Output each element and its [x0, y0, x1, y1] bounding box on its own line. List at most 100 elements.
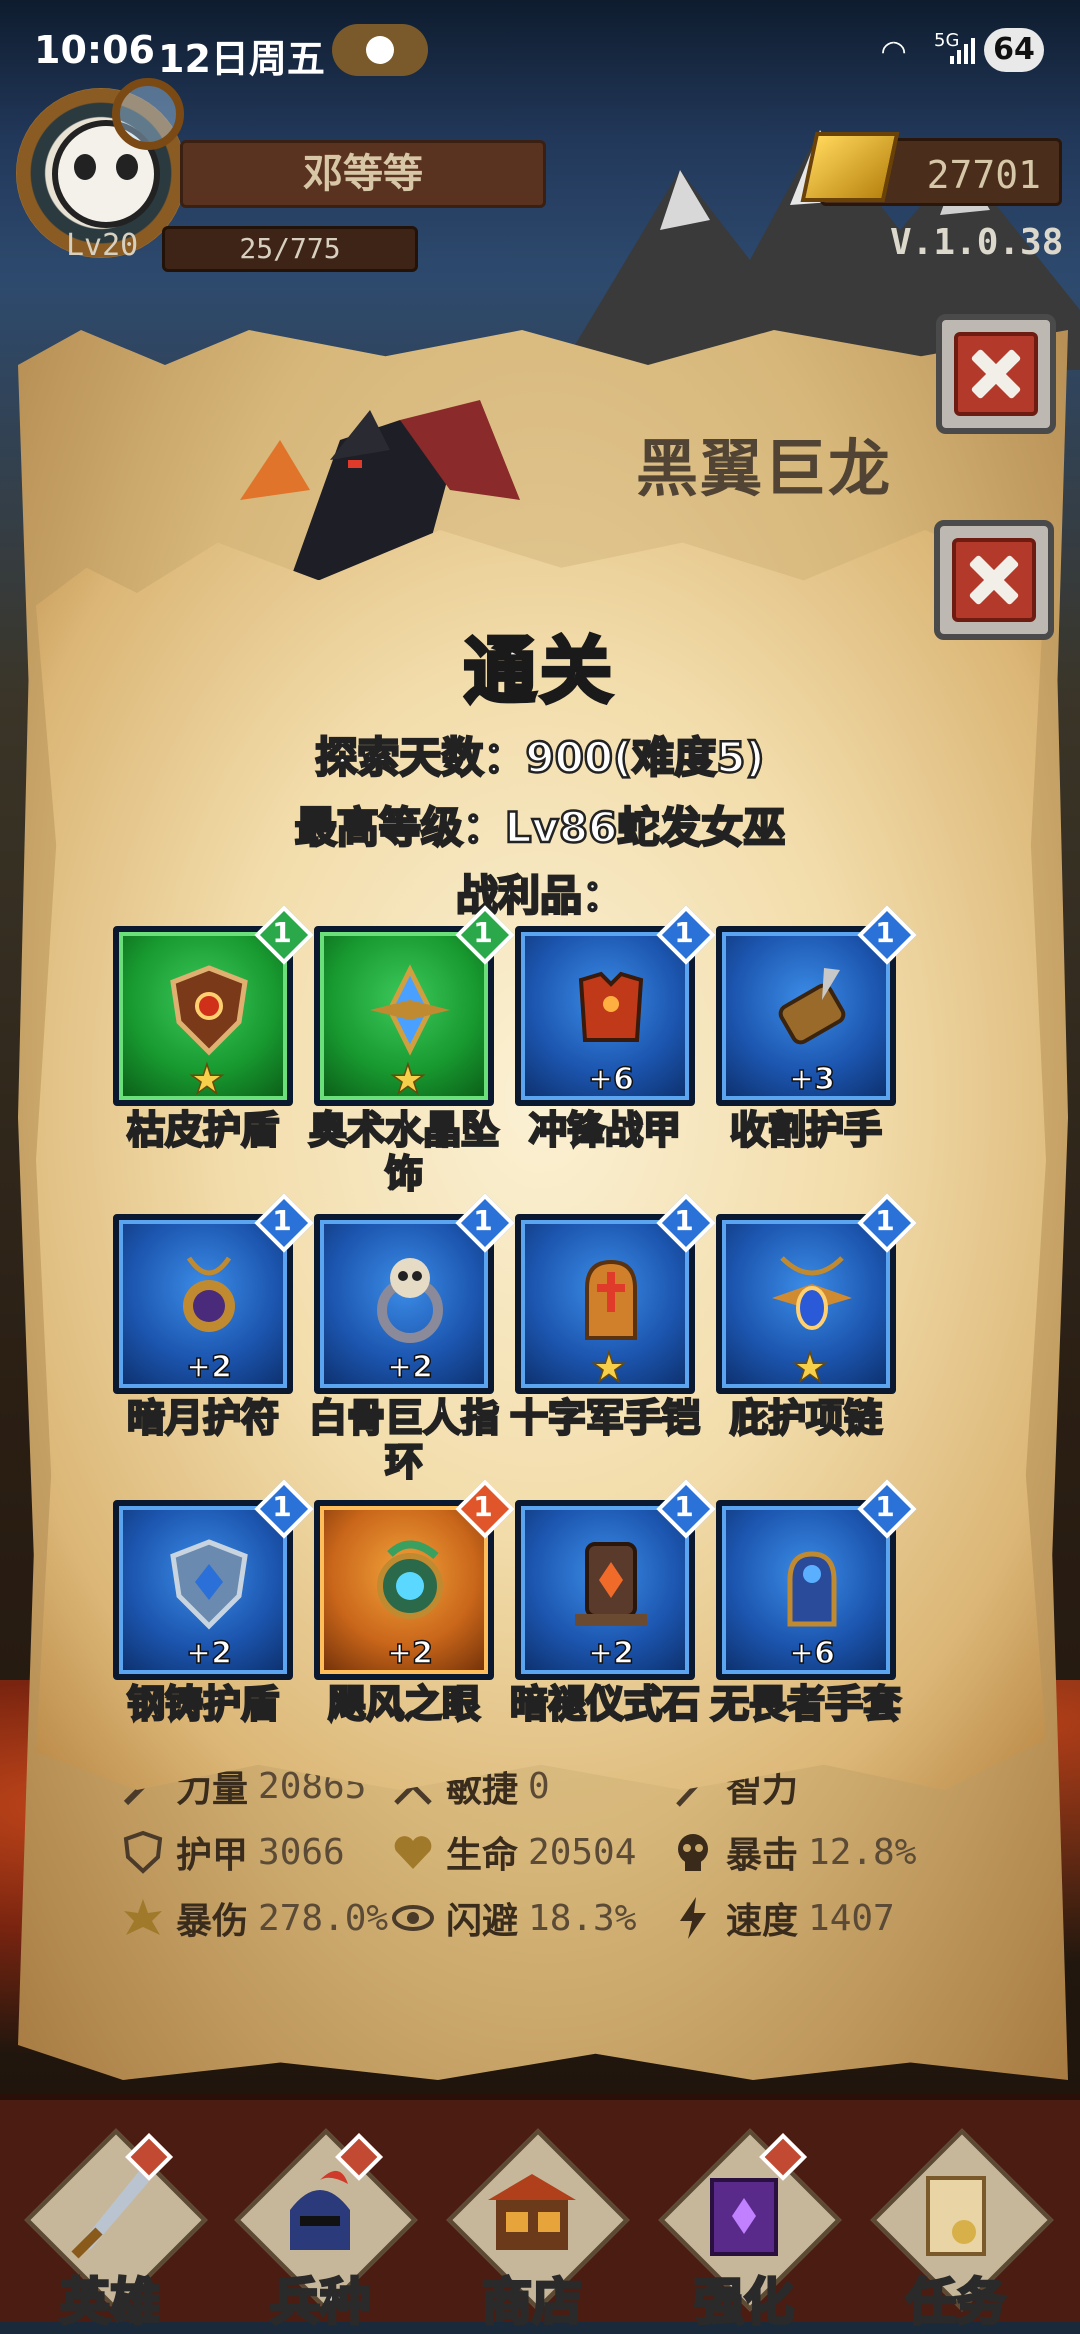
item-count: 1 — [875, 1204, 895, 1237]
item-name: 庇护项链 — [729, 1395, 884, 1442]
loot-item[interactable]: ★ 1 庇护项链 — [716, 1193, 917, 1444]
loot-item[interactable]: +2 1 白骨巨人指环 — [308, 1193, 515, 1485]
star-icon: ★ — [590, 1345, 627, 1391]
enhance-level: +3 — [788, 1061, 836, 1098]
item-tile: +2 — [515, 1500, 695, 1680]
enhance-level: +2 — [386, 1349, 434, 1386]
gold-bar-icon — [800, 132, 900, 202]
close-icon — [954, 332, 1038, 416]
enhance-level: +2 — [185, 1349, 233, 1386]
item-count: 1 — [272, 1204, 292, 1237]
item-count: 1 — [674, 916, 694, 949]
max-level: 最高等级：Lv86蛇发女巫 — [293, 802, 786, 854]
loot-item[interactable]: ★ 1 枯皮护盾 — [113, 905, 314, 1156]
loot-item[interactable]: +2 1 钢铸护盾 — [113, 1479, 314, 1730]
enhance-level: +6 — [788, 1635, 836, 1672]
item-count: 1 — [875, 1490, 895, 1523]
item-count: 1 — [473, 1204, 493, 1237]
item-tile: ★ — [113, 926, 293, 1106]
item-name: 白骨巨人指环 — [308, 1395, 501, 1486]
item-tile: +2 — [113, 1214, 293, 1394]
loot-item[interactable]: +6 1 无畏者手套 — [710, 1479, 917, 1730]
item-tile: ★ — [716, 1214, 896, 1394]
star-icon: ★ — [188, 1057, 225, 1103]
item-tile: +6 — [716, 1500, 896, 1680]
item-name: 飓风之眼 — [327, 1681, 482, 1728]
item-tile: ★ — [314, 926, 494, 1106]
loot-item[interactable]: ★ 1 十字军手铠 — [509, 1193, 716, 1444]
boss-panel-close-button[interactable] — [936, 314, 1056, 434]
item-count: 1 — [272, 916, 292, 949]
gauntlet-icon — [585, 1259, 637, 1340]
stat-armor: 护甲 3066 — [120, 1826, 345, 1878]
loot-item[interactable]: +2 1 暗褪仪式石 — [509, 1479, 716, 1730]
nav-quests[interactable]: 任务 — [866, 2128, 1054, 2333]
nav-troops[interactable]: 兵种 — [230, 2128, 418, 2333]
loot-item[interactable]: +2 1 暗月护符 — [113, 1193, 314, 1444]
rune-stone-icon — [575, 1542, 647, 1626]
stat-crit: 暴击 12.8% — [670, 1826, 916, 1878]
item-name: 奥术水晶坠饰 — [308, 1107, 501, 1198]
skull-ring-icon — [377, 1258, 443, 1343]
item-tile: +6 — [515, 926, 695, 1106]
wifi-icon: ◜◝ — [882, 34, 906, 69]
item-tile: +2 — [314, 1500, 494, 1680]
app-indicator-icon — [332, 24, 428, 76]
status-time: 10:06 — [34, 28, 155, 72]
storm-eye-icon — [377, 1540, 443, 1619]
item-tile: ★ — [515, 1214, 695, 1394]
signal-bars-icon — [950, 38, 975, 64]
item-count: 1 — [875, 916, 895, 949]
enhance-level: +2 — [185, 1635, 233, 1672]
armor-icon — [578, 971, 644, 1042]
item-tile: +2 — [314, 1214, 494, 1394]
item-name: 暗月护符 — [126, 1395, 281, 1442]
item-name: 钢铸护盾 — [126, 1681, 281, 1728]
enhance-level: +6 — [587, 1061, 635, 1098]
item-name: 暗褪仪式石 — [509, 1681, 702, 1728]
item-name: 收割护手 — [729, 1107, 884, 1154]
hero-stats-panel: 力量 20865 敏捷 0 智力 护甲 3066 生命 20504 暴击 12.… — [110, 1760, 970, 1980]
stat-speed: 速度 1407 — [670, 1892, 895, 1944]
item-count: 1 — [473, 1490, 493, 1523]
shield-icon — [170, 965, 248, 1056]
loot-item[interactable]: +3 1 收割护手 — [716, 905, 917, 1156]
stat-dodge: 闪避 18.3% — [390, 1892, 636, 1944]
item-count: 1 — [674, 1204, 694, 1237]
heart-icon — [390, 1829, 436, 1875]
modal-title: 通关 — [462, 627, 616, 715]
eye-icon — [390, 1895, 436, 1941]
status-date: 12日周五 — [158, 37, 325, 81]
shop-stall-icon — [488, 2174, 576, 2250]
crystal-pendant-icon — [370, 964, 450, 1056]
item-name: 冲锋战甲 — [528, 1107, 683, 1154]
enhance-level: +2 — [587, 1635, 635, 1672]
loot-item[interactable]: +6 1 冲锋战甲 — [515, 905, 716, 1156]
bottom-nav: 英雄 兵种 商店 强化 任务 — [0, 2094, 1080, 2333]
item-count: 1 — [473, 916, 493, 949]
stat-crit-damage: 暴伤 278.0% — [120, 1892, 388, 1944]
star-icon: ★ — [791, 1345, 828, 1391]
lightning-icon — [670, 1895, 716, 1941]
item-tile: +3 — [716, 926, 896, 1106]
item-count: 1 — [674, 1490, 694, 1523]
nav-hero[interactable]: 英雄 — [20, 2128, 208, 2333]
amulet-icon — [183, 1256, 235, 1332]
loot-item[interactable]: ★ 1 奥术水晶坠饰 — [308, 905, 515, 1197]
enhance-level: +2 — [386, 1635, 434, 1672]
item-name: 无畏者手套 — [710, 1681, 903, 1728]
glove-icon — [787, 1551, 837, 1627]
nav-shop[interactable]: 商店 — [442, 2128, 630, 2333]
scroll-icon — [926, 2176, 986, 2256]
bracer-icon — [778, 968, 846, 1045]
loot-header: 战利品： — [455, 870, 626, 922]
item-count: 1 — [272, 1490, 292, 1523]
boss-name: 黑翼巨龙 — [636, 432, 893, 505]
nav-enhance[interactable]: 强化 — [654, 2128, 842, 2333]
shield-icon — [120, 1829, 166, 1875]
battery-indicator: 64 — [984, 28, 1044, 72]
burst-icon — [120, 1895, 166, 1941]
steel-shield-icon — [170, 1539, 248, 1630]
loot-item[interactable]: +2 1 飓风之眼 — [314, 1479, 515, 1730]
magnifier-icon — [112, 78, 184, 150]
